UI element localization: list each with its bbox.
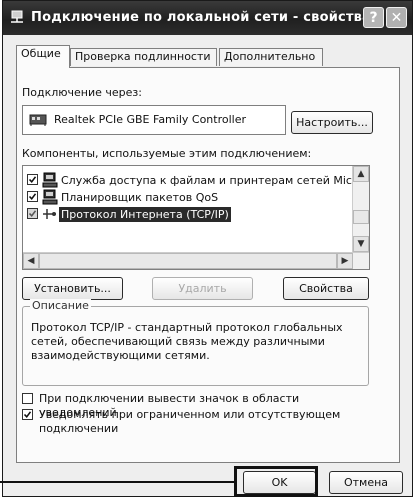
component-label: Протокол Интернета (TCP/IP) <box>59 207 231 222</box>
network-connection-icon <box>9 10 25 26</box>
properties-dialog: Подключение по локальной сети - свойства… <box>2 0 413 497</box>
notify-label: Уведомлять при ограниченном или отсутств… <box>39 408 341 435</box>
tab-authentication[interactable]: Проверка подлинности <box>70 48 217 66</box>
configure-button[interactable]: Настроить... <box>291 111 373 134</box>
list-item[interactable]: Служба доступа к файлам и принтерам сете… <box>23 172 363 189</box>
close-button[interactable]: ✕ <box>386 7 407 28</box>
tab-general[interactable]: Общие <box>16 45 70 68</box>
service-icon <box>42 172 58 188</box>
cancel-button[interactable]: Отмена <box>329 471 403 494</box>
components-list[interactable]: Служба доступа к файлам и принтерам сете… <box>22 165 370 270</box>
protocol-icon <box>42 206 58 222</box>
help-button[interactable]: ? <box>363 7 384 28</box>
scroll-thumb[interactable] <box>353 210 369 224</box>
ok-highlight-frame <box>234 466 318 497</box>
adapter-field: Realtek PCIe GBE Family Controller <box>22 105 286 135</box>
vertical-scrollbar[interactable]: ▲ ▼ <box>352 166 369 252</box>
scroll-down-icon[interactable]: ▼ <box>353 236 369 252</box>
connect-via-label: Подключение через: <box>22 86 142 99</box>
network-adapter-icon <box>29 113 47 130</box>
show-icon-checkbox[interactable] <box>22 393 33 404</box>
callout-line <box>0 481 234 483</box>
list-item-selected[interactable]: Протокол Интернета (TCP/IP) <box>23 206 354 223</box>
scroll-left-icon[interactable]: ◀ <box>23 253 39 269</box>
hscroll-thumb[interactable] <box>39 253 337 269</box>
components-label: Компоненты, используемые этим подключени… <box>22 147 312 160</box>
description-text: Протокол TCP/IP - стандартный протокол г… <box>31 321 343 362</box>
scroll-right-icon[interactable]: ▶ <box>337 253 353 269</box>
component-checkbox[interactable] <box>27 174 38 185</box>
list-item[interactable]: Планировщик пакетов QoS <box>23 189 354 206</box>
remove-button[interactable]: Удалить <box>152 277 253 300</box>
notify-checkbox[interactable] <box>22 409 33 420</box>
install-button[interactable]: Установить... <box>22 277 123 300</box>
component-checkbox[interactable] <box>27 208 38 219</box>
properties-button[interactable]: Свойства <box>283 277 369 300</box>
scroll-up-icon[interactable]: ▲ <box>353 166 369 182</box>
description-group: Описание Протокол TCP/IP - стандартный п… <box>22 299 369 386</box>
window-title: Подключение по локальной сети - свойства <box>31 10 372 25</box>
adapter-name: Realtek PCIe GBE Family Controller <box>54 113 247 126</box>
description-legend: Описание <box>30 299 91 312</box>
title-bar[interactable]: Подключение по локальной сети - свойства… <box>3 1 412 35</box>
tab-advanced[interactable]: Дополнительно <box>219 48 323 66</box>
component-label: Служба доступа к файлам и принтерам сете… <box>61 174 363 187</box>
horizontal-scrollbar[interactable]: ◀ ▶ <box>23 252 369 269</box>
scheduler-icon <box>42 189 58 205</box>
component-checkbox[interactable] <box>27 191 38 202</box>
component-label: Планировщик пакетов QoS <box>61 191 219 204</box>
